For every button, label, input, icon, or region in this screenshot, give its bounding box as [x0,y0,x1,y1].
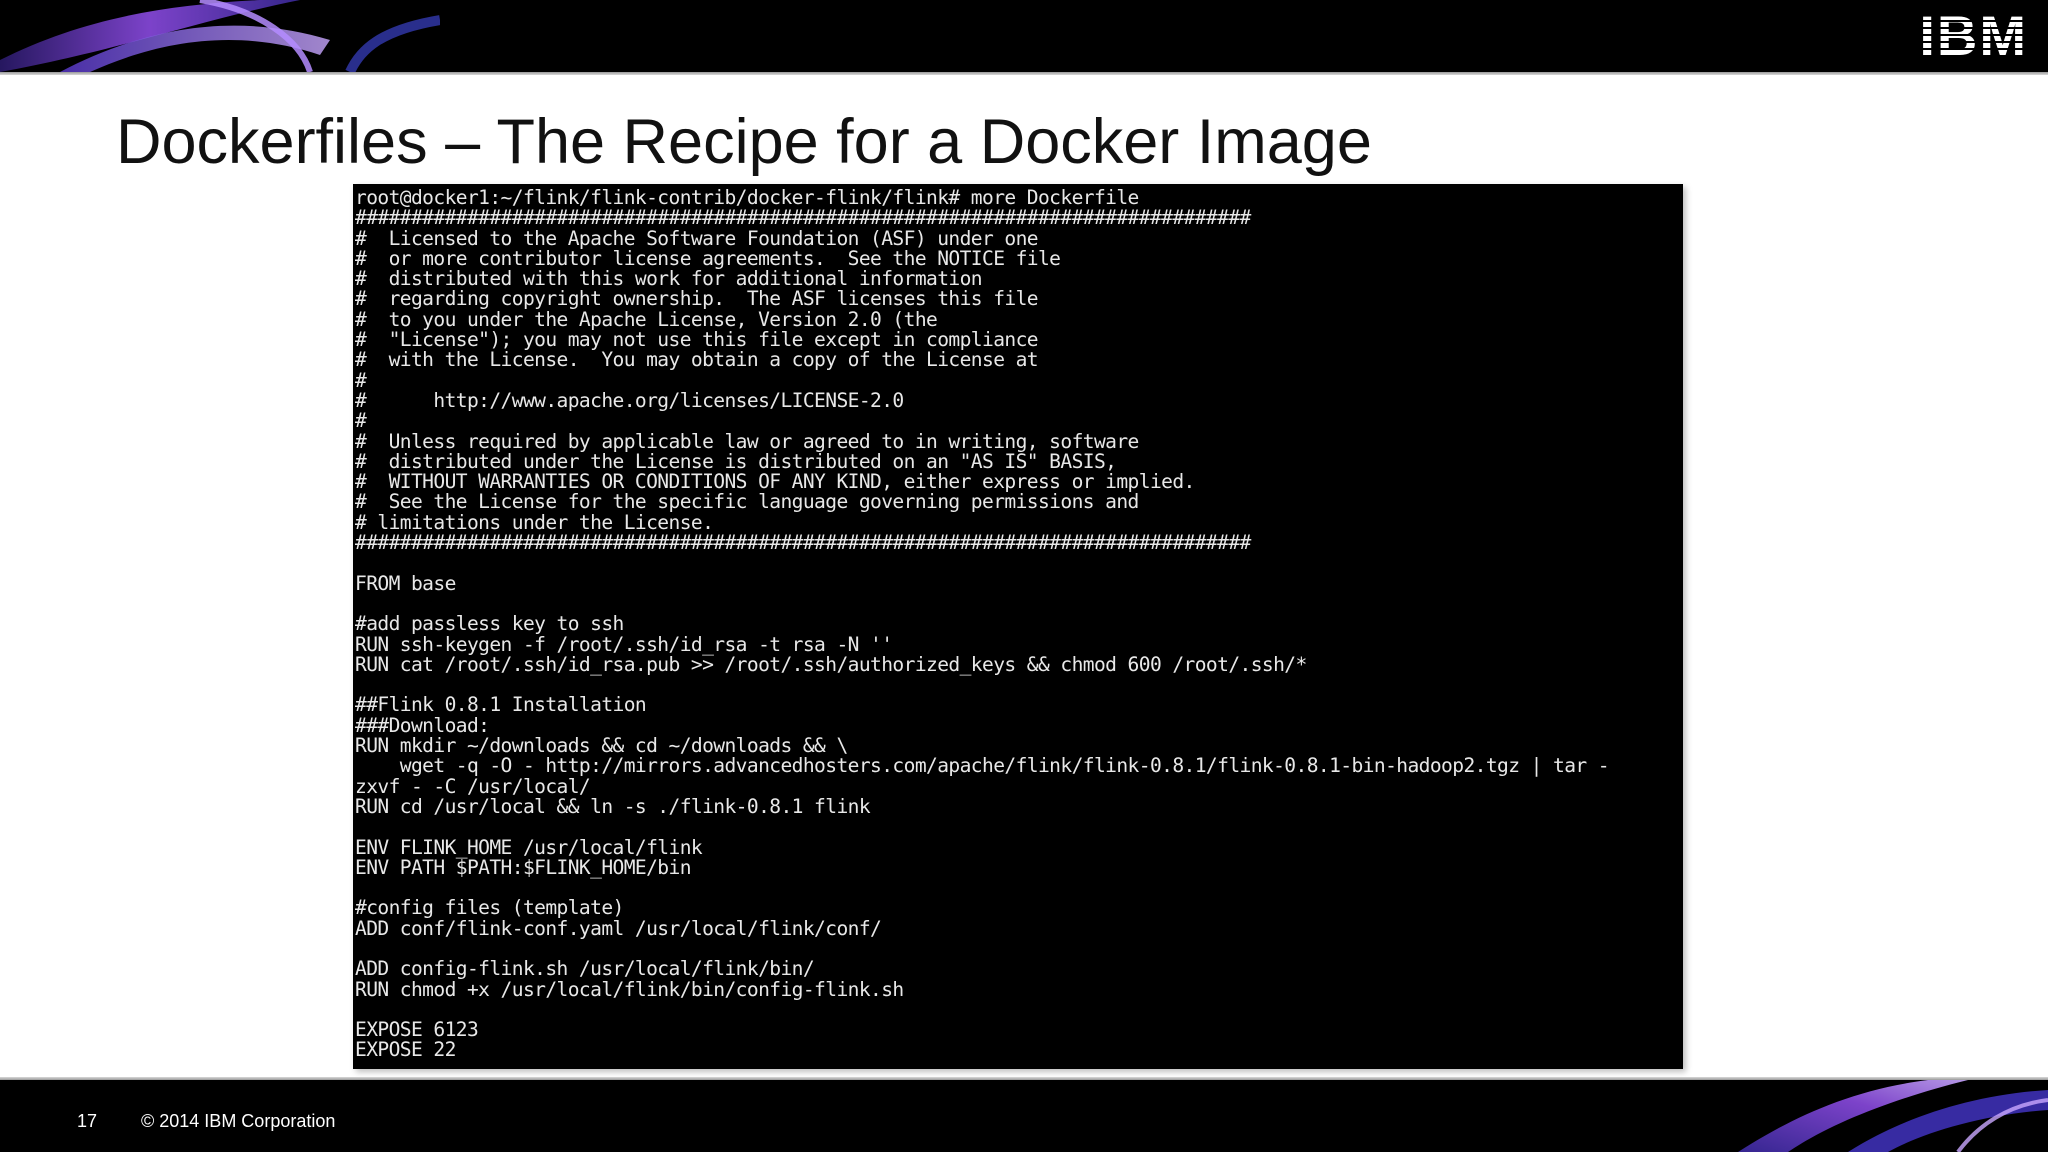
decorative-swoosh [0,0,440,72]
decorative-swoosh-footer [1738,1080,2048,1152]
terminal-line: RUN cd /usr/local && ln -s ./flink-0.8.1… [355,794,871,818]
terminal-line: ADD conf/flink-conf.yaml /usr/local/flin… [355,916,882,940]
terminal-line: ########################################… [355,531,1251,555]
slide-title: Dockerfiles – The Recipe for a Docker Im… [116,107,1372,177]
terminal-line: RUN chmod +x /usr/local/flink/bin/config… [355,977,904,1001]
terminal-screenshot: root@docker1:~/flink/flink-contrib/docke… [353,184,1683,1069]
terminal-line: RUN cat /root/.ssh/id_rsa.pub >> /root/.… [355,652,1307,676]
header-bar: IBM [0,0,2048,72]
terminal-output: root@docker1:~/flink/flink-contrib/docke… [353,184,1683,1061]
terminal-line: ENV PATH $PATH:$FLINK_HOME/bin [355,855,692,879]
terminal-line: # http://www.apache.org/licenses/LICENSE… [355,388,904,412]
copyright-notice: © 2014 IBM Corporation [141,1111,336,1131]
terminal-line: FROM base [355,571,456,595]
page-number: 17 [77,1111,98,1131]
ibm-logo: IBM [1919,4,2028,67]
terminal-line: EXPOSE 22 [355,1038,456,1062]
header-divider [0,72,2048,75]
terminal-line: # with the License. You may obtain a cop… [355,348,1039,372]
